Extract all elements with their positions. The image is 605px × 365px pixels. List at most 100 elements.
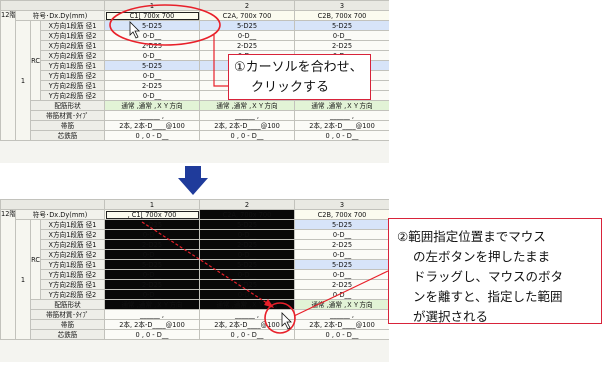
corner-cell xyxy=(0,0,105,11)
data-cell[interactable]: 0-D__ xyxy=(294,289,389,300)
row-label: Y方向1段筋 径2 xyxy=(40,70,105,81)
row-label: X方向1段筋 径1 xyxy=(40,219,105,230)
symbol-cell-2-selected[interactable]: C2A, 700x 700 xyxy=(199,209,295,220)
column-header-1[interactable]: 1 xyxy=(104,199,200,210)
callout-line: ドラッグし、マウスのボタ xyxy=(413,269,564,284)
column-header-2[interactable]: 2 xyxy=(199,0,295,11)
symbol-cell-3[interactable]: C2B, 700x 700 xyxy=(294,10,389,21)
story-number: 1 xyxy=(15,219,31,340)
data-cell[interactable]: 0 , 0 - D__ xyxy=(104,329,200,340)
data-cell[interactable]: 0-D__ xyxy=(104,50,200,61)
instruction-callout-1: ①カーソルを合わせ、 クリックする xyxy=(228,54,371,100)
data-cell[interactable]: 2本, 2本-D____@100 xyxy=(104,319,200,330)
row-label: 芯鉄筋 xyxy=(30,130,105,141)
selected-cell[interactable]: 2-D25 xyxy=(104,239,200,250)
data-cell[interactable]: 0-D__ xyxy=(294,249,389,260)
row-label: X方向2段筋 径2 xyxy=(40,50,105,61)
data-cell[interactable]: 2-D25 xyxy=(294,40,389,51)
data-cell[interactable]: 0-D__ xyxy=(104,90,200,101)
data-cell[interactable]: ______ , xyxy=(294,309,389,320)
selected-cell[interactable]: 0-D__ xyxy=(104,249,200,260)
data-cell[interactable]: 0-D__ xyxy=(199,30,295,41)
data-cell[interactable]: 0-D__ xyxy=(104,70,200,81)
data-cell[interactable]: 2本, 2本-D____@100 xyxy=(294,319,389,330)
data-cell[interactable]: 5-D25 xyxy=(294,259,389,270)
data-cell[interactable]: 5-D25 xyxy=(294,219,389,230)
selected-cell[interactable]: 0-D__ xyxy=(199,249,295,260)
data-cell[interactable]: 2本, 2本-D____@100 xyxy=(199,319,295,330)
selected-cell[interactable]: 通常 ,通常 ,ＸＹ方向 xyxy=(199,299,295,310)
rebar-grid: 1 2 3 12階 符号･Dx.Dy(mm) , C1[ 700x 700 C2… xyxy=(0,199,389,340)
callout-line: クリックする xyxy=(251,80,330,95)
column-header-1[interactable]: 1 xyxy=(104,0,200,11)
row-label: 帯筋 xyxy=(30,120,105,131)
column-header-2[interactable]: 2 xyxy=(199,199,295,210)
data-cell[interactable]: 0 , 0 - D__ xyxy=(294,130,389,141)
column-header-3[interactable]: 3 xyxy=(294,0,389,11)
data-cell[interactable]: 2-D25 xyxy=(199,40,295,51)
data-cell[interactable]: ______ , xyxy=(199,110,295,121)
data-cell[interactable]: 通常 ,通常 ,ＸＹ方向 xyxy=(294,299,389,310)
data-cell[interactable]: 2本, 2本-D____@100 xyxy=(294,120,389,131)
selected-cell[interactable]: 0-D__ xyxy=(199,269,295,280)
data-cell[interactable]: ______ , xyxy=(104,110,200,121)
row-label: X方向2段筋 径1 xyxy=(40,40,105,51)
selected-cell[interactable]: 2-D25 xyxy=(199,279,295,290)
structure-type: RC xyxy=(30,219,41,300)
selected-cell[interactable]: 0-D__ xyxy=(199,289,295,300)
row-label: Y方向1段筋 径1 xyxy=(40,60,105,71)
data-cell[interactable]: 0 , 0 - D__ xyxy=(294,329,389,340)
data-cell[interactable]: 2-D25 xyxy=(104,40,200,51)
data-cell[interactable]: 通常 ,通常 ,ＸＹ方向 xyxy=(199,100,295,111)
symbol-cell-2[interactable]: C2A, 700x 700 xyxy=(199,10,295,21)
data-cell[interactable]: 0 , 0 - D__ xyxy=(199,130,295,141)
selected-cell[interactable]: 通常 ,通常 ,ＸＹ方向 xyxy=(104,299,200,310)
floor-label: 12階 xyxy=(0,10,16,141)
selected-cell[interactable]: 0-D__ xyxy=(104,269,200,280)
row-label: Y方向1段筋 径1 xyxy=(40,259,105,270)
selected-cell[interactable]: 0-D__ xyxy=(199,229,295,240)
symbol-cell-1[interactable]: , C1[ 700x 700 xyxy=(104,209,200,220)
data-cell[interactable]: ______ , xyxy=(104,309,200,320)
data-cell[interactable]: 5-D25 xyxy=(104,60,200,71)
data-cell[interactable]: 2本, 2本-D____@100 xyxy=(104,120,200,131)
data-cell[interactable]: 0 , 0 - D__ xyxy=(104,130,200,141)
row-label: 帯筋 xyxy=(30,319,105,330)
selected-cell[interactable]: 5-D25 xyxy=(199,259,295,270)
callout-line: ①カーソルを合わせ、 xyxy=(234,60,363,75)
data-cell[interactable]: 5-D25 xyxy=(199,20,295,31)
data-cell[interactable]: 5-D25 xyxy=(294,20,389,31)
selected-cell[interactable]: 0-D__ xyxy=(104,289,200,300)
row-label: 配筋形状 xyxy=(30,299,105,310)
data-cell[interactable]: ______ , xyxy=(294,110,389,121)
selected-cell[interactable]: 5-D25 xyxy=(199,219,295,230)
data-cell[interactable]: 5-D25 xyxy=(104,20,200,31)
selected-cell[interactable]: 5-D25 xyxy=(104,219,200,230)
selected-cell[interactable]: 5-D25 xyxy=(104,259,200,270)
selected-cell[interactable]: 2-D25 xyxy=(199,239,295,250)
symbol-cell-1[interactable]: C1[ 700x 700 xyxy=(104,10,200,21)
data-cell[interactable]: 通常 ,通常 ,ＸＹ方向 xyxy=(104,100,200,111)
data-cell[interactable]: 2-D25 xyxy=(104,80,200,91)
row-label: Y方向2段筋 径1 xyxy=(40,80,105,91)
instruction-callout-2: ②範囲指定位置までマウス の左ボタンを押したまま ドラッグし、マウスのボタ ンを… xyxy=(388,218,602,324)
data-cell[interactable]: 0-D__ xyxy=(104,30,200,41)
data-cell[interactable]: 通常 ,通常 ,ＸＹ方向 xyxy=(294,100,389,111)
row-label: X方向1段筋 径2 xyxy=(40,30,105,41)
callout-line: が選択される xyxy=(413,309,489,324)
data-cell[interactable]: 0-D__ xyxy=(294,269,389,280)
row-label: 符号･Dx.Dy(mm) xyxy=(15,209,105,220)
data-cell[interactable]: 2本, 2本-D____@100 xyxy=(199,120,295,131)
selected-cell[interactable]: 0-D__ xyxy=(104,229,200,240)
data-cell[interactable]: ______ , xyxy=(199,309,295,320)
selected-cell[interactable]: 2-D25 xyxy=(104,279,200,290)
data-cell[interactable]: 0 , 0 - D__ xyxy=(199,329,295,340)
row-label: 配筋形状 xyxy=(30,100,105,111)
column-header-3[interactable]: 3 xyxy=(294,199,389,210)
data-cell[interactable]: 0-D__ xyxy=(294,229,389,240)
data-cell[interactable]: 2-D25 xyxy=(294,279,389,290)
data-cell[interactable]: 2-D25 xyxy=(294,239,389,250)
data-cell[interactable]: 0-D__ xyxy=(294,30,389,41)
row-label: Y方向2段筋 径1 xyxy=(40,279,105,290)
symbol-cell-3[interactable]: C2B, 700x 700 xyxy=(294,209,389,220)
